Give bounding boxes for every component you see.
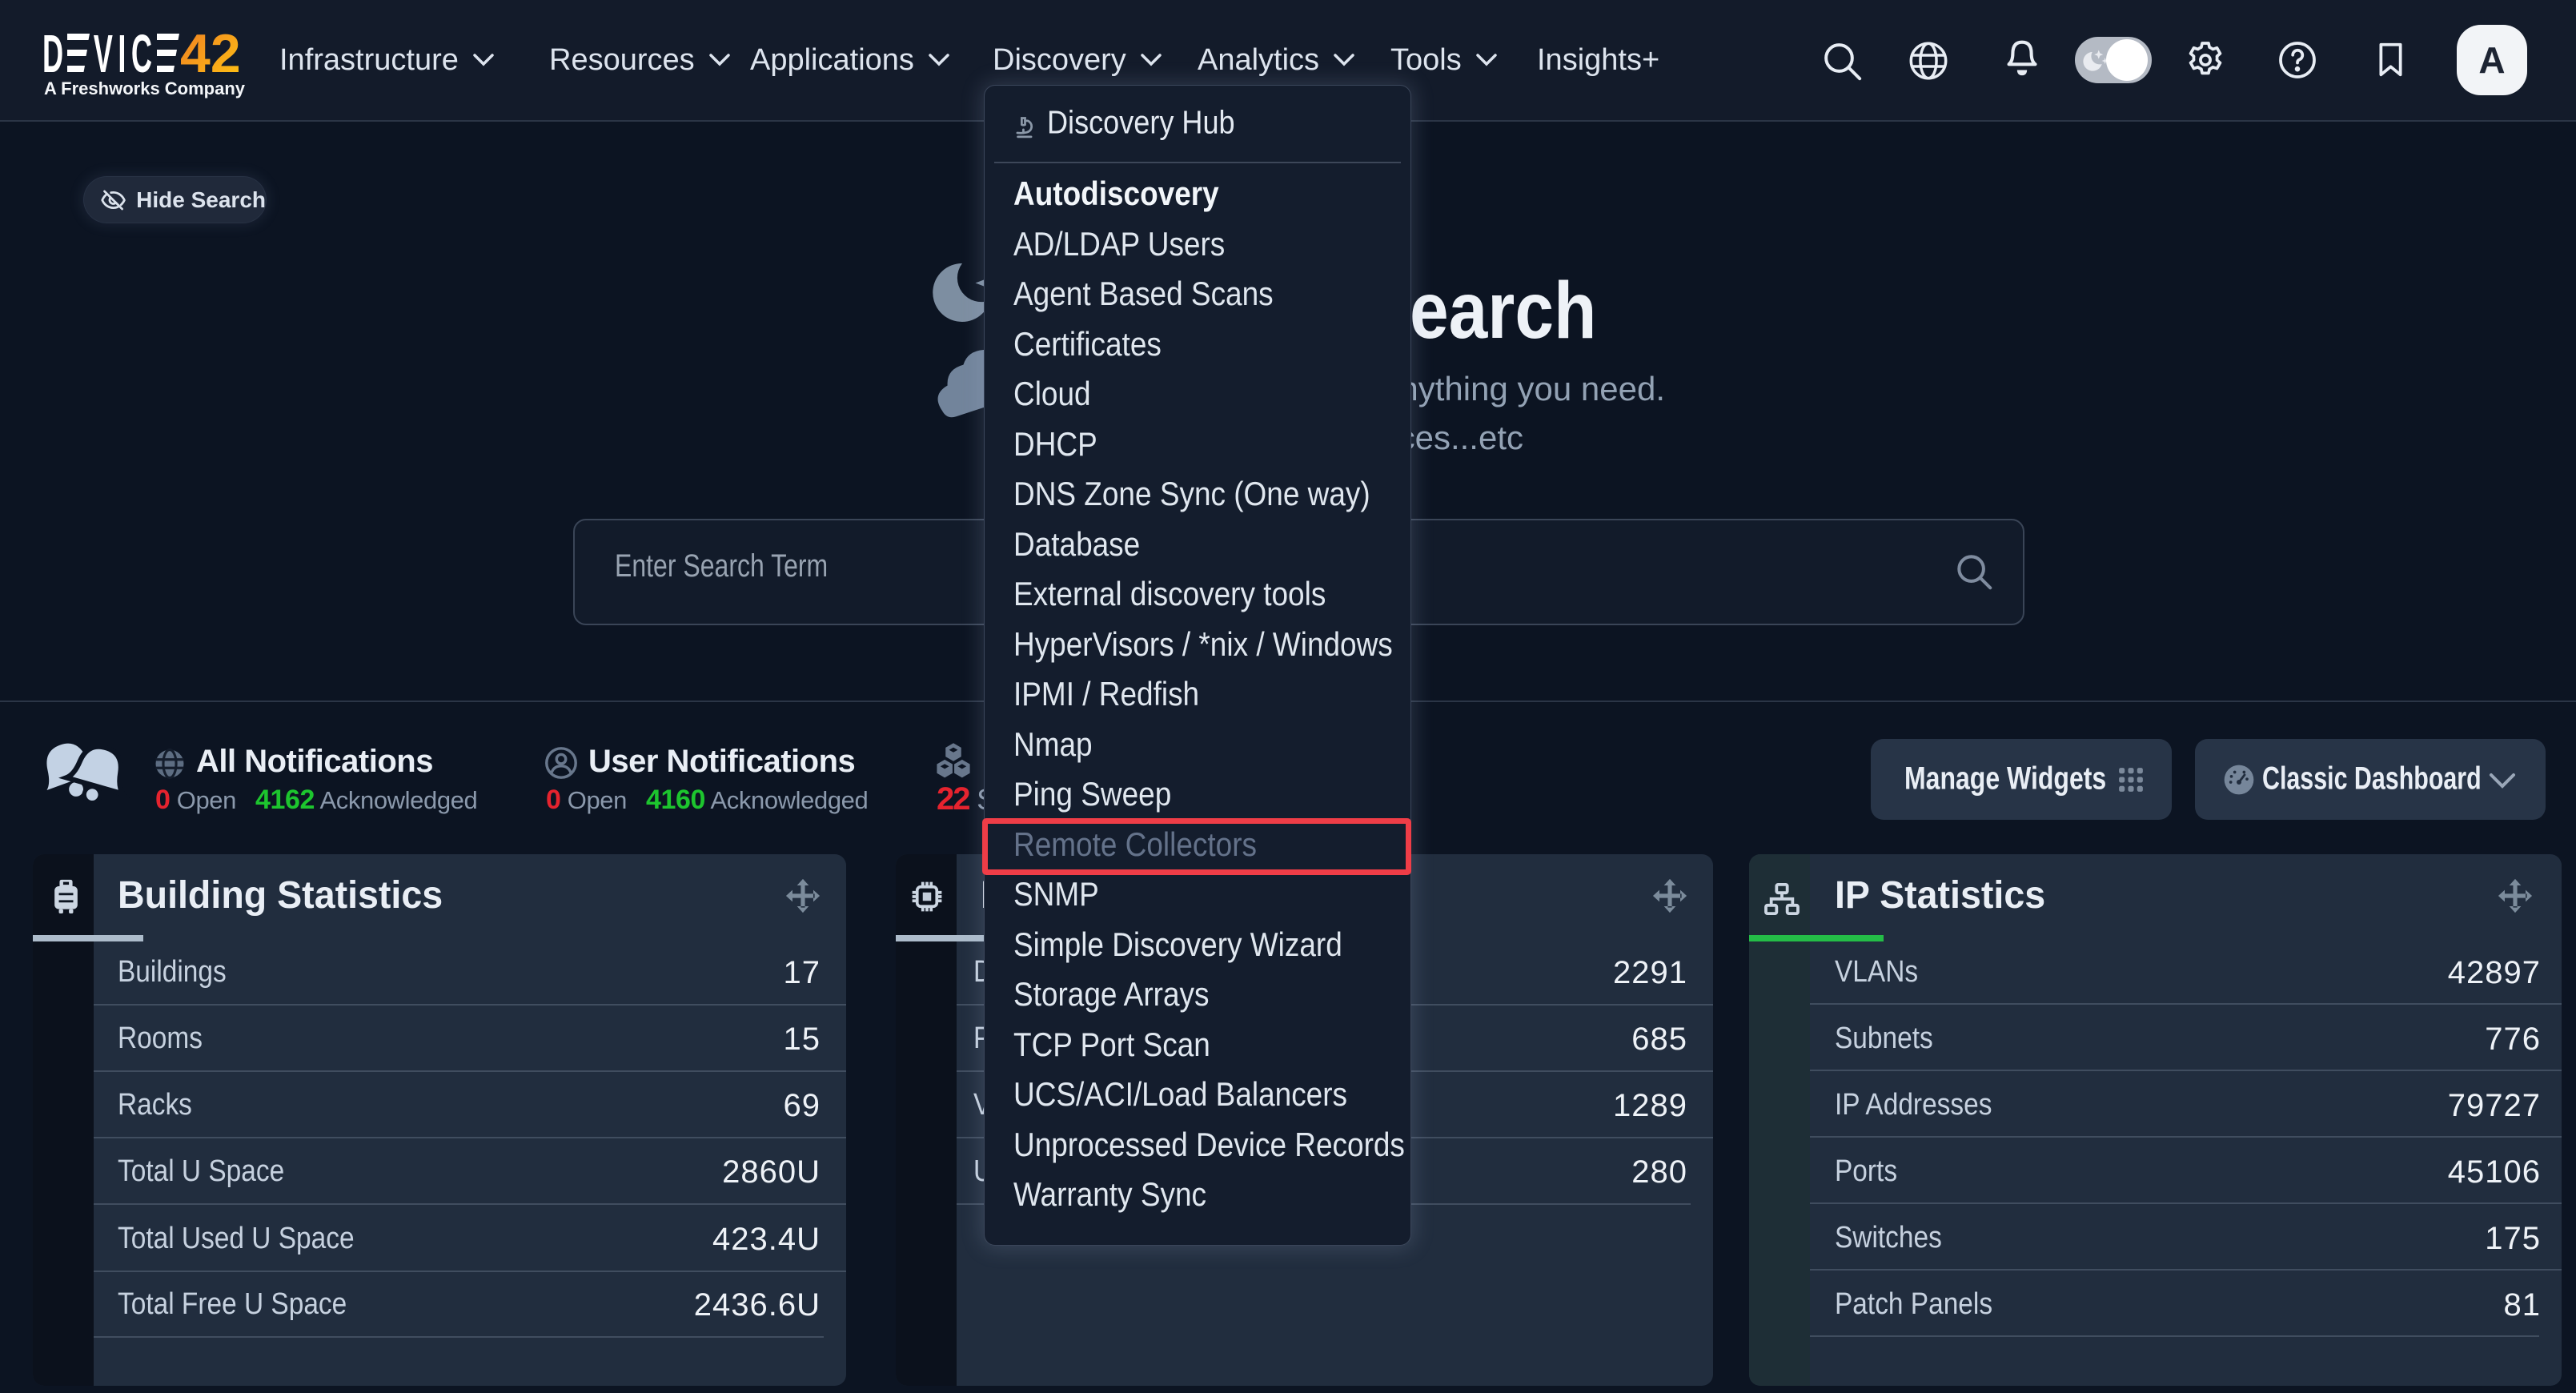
svg-text:42: 42 [180,34,241,84]
svg-text:D: D [42,34,63,84]
svg-text:A Freshworks Company: A Freshworks Company [44,78,246,98]
svg-text:VIC: VIC [94,34,158,84]
